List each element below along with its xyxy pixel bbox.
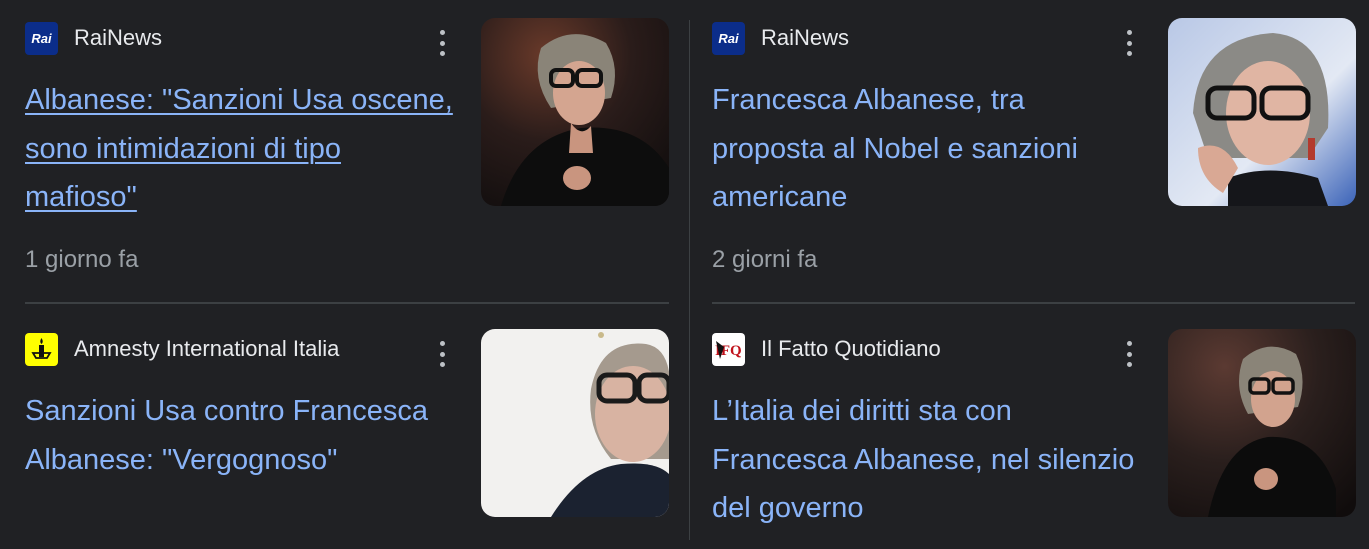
row-divider [712, 302, 1355, 304]
news-card[interactable]: Rai RaiNews Francesca Albanese, tra prop… [712, 18, 1357, 273]
row-divider [25, 302, 669, 304]
column-divider [689, 20, 690, 540]
favicon-text: Rai [31, 30, 52, 46]
news-card[interactable]: IFQ Il Fatto Quotidiano L’Italia dei dir… [712, 329, 1357, 549]
news-results-grid: Rai RaiNews Albanese: "Sanzioni Usa osce… [0, 0, 1369, 540]
source-name: Il Fatto Quotidiano [761, 336, 941, 361]
news-thumbnail[interactable] [1168, 18, 1356, 206]
news-headline-link[interactable]: L’Italia dei diritti sta con Francesca A… [712, 387, 1142, 533]
thumbnail-image [1168, 329, 1356, 517]
news-source: Amnesty International Italia [25, 329, 465, 369]
rai-logo-icon: Rai [712, 21, 745, 55]
more-options-icon[interactable] [1125, 30, 1133, 56]
thumbnail-image [481, 329, 669, 517]
news-headline-link[interactable]: Francesca Albanese, tra proposta al Nobe… [712, 76, 1142, 222]
news-thumbnail[interactable] [481, 329, 669, 517]
thumbnail-image [1168, 18, 1356, 206]
more-options-icon[interactable] [1125, 341, 1133, 367]
timestamp: 1 giorno fa [25, 246, 139, 273]
ifq-logo-icon: IFQ [712, 332, 745, 366]
news-source: Rai RaiNews [712, 18, 1152, 58]
rai-logo-icon: Rai [25, 21, 58, 55]
source-name: RaiNews [74, 25, 163, 50]
favicon-text: Rai [718, 30, 739, 46]
news-headline-link[interactable]: Albanese: "Sanzioni Usa oscene, sono int… [25, 76, 455, 222]
news-thumbnail[interactable] [1168, 329, 1356, 517]
news-card[interactable]: Amnesty International Italia Sanzioni Us… [25, 329, 670, 549]
amnesty-candle-icon [25, 332, 58, 366]
news-source: Rai RaiNews [25, 18, 465, 58]
source-name: RaiNews [761, 25, 850, 50]
source-name: Amnesty International Italia [74, 336, 340, 361]
news-headline-link[interactable]: Sanzioni Usa contro Francesca Albanese: … [25, 387, 455, 484]
more-options-icon[interactable] [438, 341, 446, 367]
news-thumbnail[interactable] [481, 18, 669, 206]
timestamp: 2 giorni fa [712, 246, 818, 273]
news-source: IFQ Il Fatto Quotidiano [712, 329, 1152, 369]
thumbnail-image [481, 18, 669, 206]
more-options-icon[interactable] [438, 30, 446, 56]
news-card[interactable]: Rai RaiNews Albanese: "Sanzioni Usa osce… [25, 18, 670, 273]
